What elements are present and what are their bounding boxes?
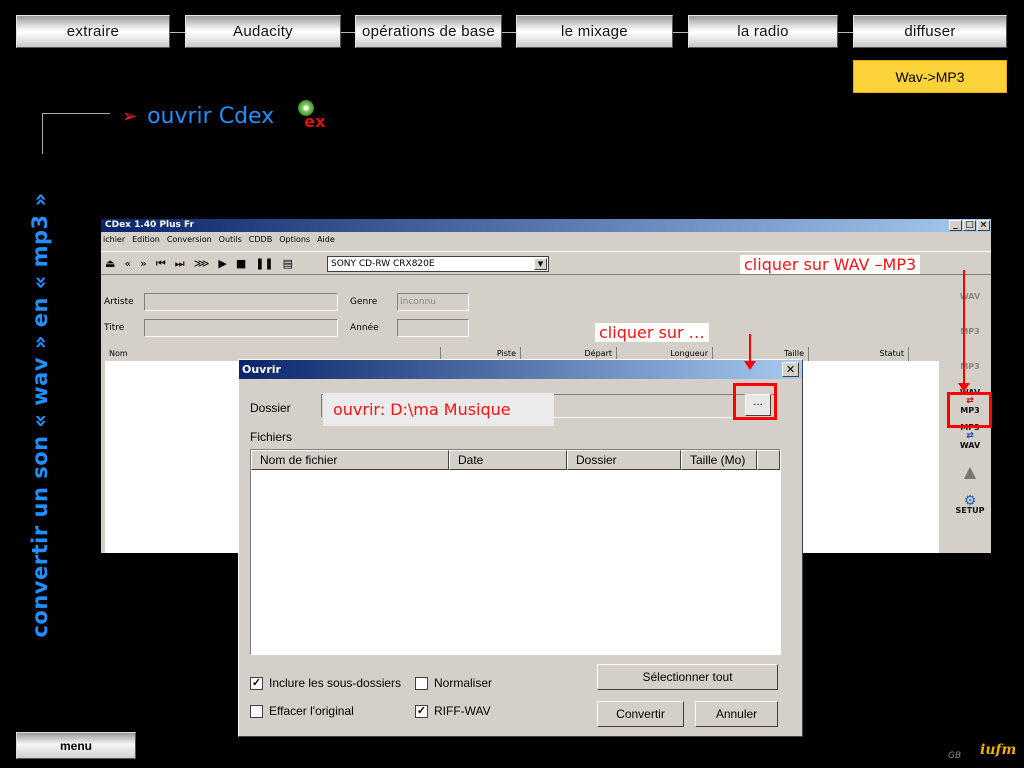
close-icon[interactable]: × xyxy=(977,220,990,231)
include-subfolders-checkbox[interactable]: ✓ Inclure les sous-dossiers xyxy=(250,676,401,690)
column-date[interactable]: Date xyxy=(449,450,567,470)
arrow-down-icon xyxy=(744,334,756,370)
rip-partial-mp3-button[interactable]: MP3 xyxy=(952,350,988,382)
menu-edition[interactable]: Edition xyxy=(132,232,160,248)
highlight-wav-mp3-button xyxy=(947,392,992,428)
year-field[interactable] xyxy=(397,319,469,337)
menu-fichier[interactable]: ichier xyxy=(103,232,125,248)
annotation-click-wav-mp3: cliquer sur WAV –MP3 xyxy=(740,255,921,274)
menu-outils[interactable]: Outils xyxy=(219,232,242,248)
annotation-open-path: ouvrir: D:\ma Musique xyxy=(323,393,554,426)
folder-label: Dossier xyxy=(250,401,291,415)
cdex-title-bar: CDex 1.40 Plus Fr _ □ × xyxy=(101,219,991,232)
include-subfolders-box[interactable]: ✓ xyxy=(250,676,263,690)
author-credit: GB xyxy=(948,751,962,761)
genre-value: Inconnu xyxy=(400,297,436,307)
title-rule-vertical xyxy=(42,114,43,154)
title-field[interactable] xyxy=(144,319,338,337)
files-label: Fichiers xyxy=(250,430,293,444)
maximize-button[interactable]: □ xyxy=(963,220,976,231)
column-dossier[interactable]: Dossier xyxy=(567,450,681,470)
eject-icon[interactable]: ⏏ xyxy=(105,257,115,271)
close-icon[interactable]: ✕ xyxy=(782,362,799,377)
column-statut[interactable]: Statut xyxy=(809,347,909,361)
drive-select[interactable]: SONY CD-RW CRX820E ▼ xyxy=(327,256,549,272)
menu-aide[interactable]: Aide xyxy=(317,232,335,248)
cdex-logo-icon: ex xyxy=(296,100,328,132)
open-dialog-title: Ouvrir xyxy=(242,363,281,376)
normalize-box[interactable] xyxy=(415,676,428,690)
highlight-browse-button xyxy=(733,383,777,420)
gear-icon: ⚙ xyxy=(963,493,977,509)
nav-item-extraire[interactable]: extraire xyxy=(16,15,170,48)
cdex-logo-text: ex xyxy=(304,112,326,131)
file-list[interactable]: Nom de fichier Date Dossier Taille (Mo) xyxy=(250,449,781,655)
riff-wav-checkbox[interactable]: ✓ RIFF-WAV xyxy=(415,704,491,718)
delete-original-label: Effacer l'original xyxy=(269,704,354,718)
menu-button[interactable]: menu xyxy=(16,732,136,759)
skip-icon[interactable]: ⋙ xyxy=(194,257,210,271)
delete-original-box[interactable] xyxy=(250,704,263,718)
column-spacer xyxy=(757,450,780,470)
pause-icon[interactable]: ❚❚ xyxy=(255,257,273,271)
genre-label: Genre xyxy=(350,297,378,307)
nav-item-radio[interactable]: la radio xyxy=(688,15,838,48)
cd-info-icon[interactable]: ▤ xyxy=(283,257,293,271)
record-icon: ▲ xyxy=(963,461,977,481)
column-nom-de-fichier[interactable]: Nom de fichier xyxy=(251,450,449,470)
normalize-checkbox[interactable]: Normaliser xyxy=(415,676,492,690)
bullet-arrow-icon: ➢ xyxy=(122,105,138,127)
cdex-title: CDex 1.40 Plus Fr xyxy=(105,220,195,230)
drive-select-value: SONY CD-RW CRX820E xyxy=(331,259,435,269)
file-list-header: Nom de fichier Date Dossier Taille (Mo) xyxy=(251,450,780,470)
riff-wav-box[interactable]: ✓ xyxy=(415,704,428,718)
artist-label: Artiste xyxy=(104,297,134,307)
cdex-menu-bar: ichier Edition Conversion Outils CDDB Op… xyxy=(101,232,991,248)
nav-item-diffuser[interactable]: diffuser xyxy=(853,15,1007,48)
annotation-click-browse: cliquer sur … xyxy=(595,323,709,342)
next-track-icon[interactable]: ⏭ xyxy=(175,257,185,271)
genre-select[interactable]: Inconnu xyxy=(397,293,469,311)
menu-conversion[interactable]: Conversion xyxy=(167,232,212,248)
riff-wav-label: RIFF-WAV xyxy=(434,704,491,718)
title-label: Titre xyxy=(104,323,125,333)
nav-item-operations[interactable]: opérations de base xyxy=(355,15,502,48)
rip-to-wav-button[interactable]: WAV xyxy=(952,280,988,312)
title-rule-horizontal xyxy=(42,113,110,114)
rewind-icon[interactable]: « xyxy=(124,257,131,271)
previous-track-icon[interactable]: ⏮ xyxy=(156,257,166,271)
play-icon[interactable]: ▶ xyxy=(218,257,226,271)
slide-heading: ➢ ouvrir Cdex ex xyxy=(122,100,328,132)
delete-original-checkbox[interactable]: Effacer l'original xyxy=(250,704,354,718)
record-button[interactable]: ▲ xyxy=(952,455,988,487)
convert-button[interactable]: Convertir xyxy=(597,701,684,727)
nav-item-audacity[interactable]: Audacity xyxy=(185,15,341,48)
nav-item-mixage[interactable]: le mixage xyxy=(516,15,673,48)
select-all-button[interactable]: Sélectionner tout xyxy=(597,664,778,690)
stop-icon[interactable]: ■ xyxy=(236,257,246,271)
setup-button[interactable]: ⚙ SETUP xyxy=(952,490,988,522)
side-title-text: convertir un son « wav » en « mp3 » xyxy=(28,192,52,638)
menu-options[interactable]: Options xyxy=(279,232,310,248)
rip-to-mp3-button[interactable]: MP3 xyxy=(952,315,988,347)
artist-field[interactable] xyxy=(144,293,338,311)
iufm-logo: iufm xyxy=(980,742,1017,758)
minimize-button[interactable]: _ xyxy=(949,220,962,231)
cancel-button[interactable]: Annuler xyxy=(695,701,778,727)
fast-forward-icon[interactable]: » xyxy=(140,257,147,271)
convert-arrow-icon: ⇄ xyxy=(966,430,974,441)
normalize-label: Normaliser xyxy=(434,676,493,690)
year-label: Année xyxy=(350,323,379,333)
chevron-down-icon[interactable]: ▼ xyxy=(534,258,547,270)
column-taille[interactable]: Taille (Mo) xyxy=(681,450,757,470)
menu-cddb[interactable]: CDDB xyxy=(249,232,272,248)
heading-text: ouvrir Cdex xyxy=(147,103,275,129)
nav-sub-item-wav-mp3[interactable]: Wav->MP3 xyxy=(853,60,1007,93)
open-dialog-title-bar: Ouvrir ✕ xyxy=(239,360,802,379)
arrow-down-icon xyxy=(958,270,970,392)
include-subfolders-label: Inclure les sous-dossiers xyxy=(269,676,402,690)
